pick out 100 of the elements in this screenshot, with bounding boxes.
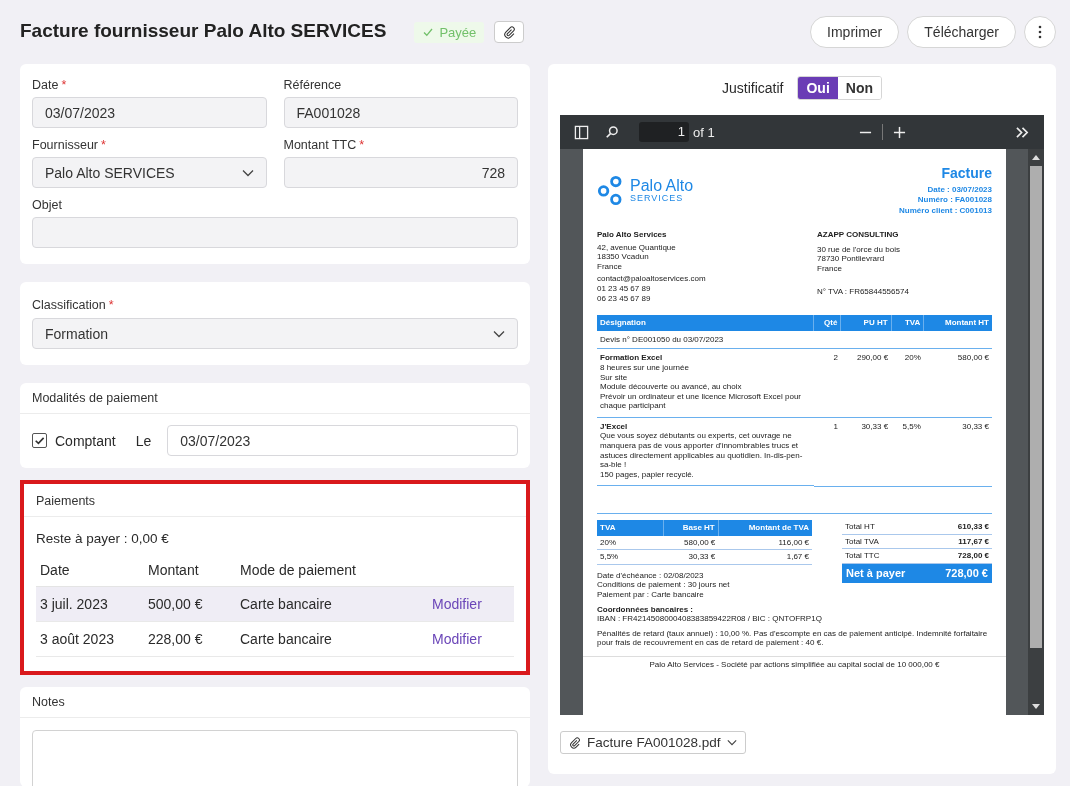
address-line: France xyxy=(817,263,843,274)
table-cell: 30,33 € xyxy=(840,417,892,487)
check-icon xyxy=(422,26,435,38)
column-header: Montant xyxy=(144,554,236,587)
action-button[interactable]: Imprimer xyxy=(810,16,900,48)
page-number-field[interactable]: 1 xyxy=(639,122,689,142)
remaining-amount: Reste à payer : 0,00 € xyxy=(35,530,170,548)
chevron-down-icon xyxy=(493,329,505,338)
input-field[interactable] xyxy=(32,217,518,248)
column-header: TVA xyxy=(891,315,924,331)
field-label: Fournisseur xyxy=(32,138,98,152)
required-mark: * xyxy=(108,298,114,312)
required-mark: * xyxy=(101,138,106,152)
total-label: Total TVA xyxy=(845,536,879,547)
notes-field[interactable] xyxy=(32,730,518,786)
page-title: Facture fournisseur Palo Alto SERVICES xyxy=(20,20,387,42)
table-cell: 5,5% xyxy=(597,549,664,565)
address-line: 18350 Vcadun xyxy=(597,252,650,262)
chevron-down-icon xyxy=(726,739,737,746)
table-cell: 30,33 € xyxy=(923,417,992,487)
table-cell: 1 xyxy=(813,417,841,487)
table-cell: 580,00 € xyxy=(663,535,719,550)
status-badge: Payée xyxy=(414,21,485,43)
action-button[interactable]: Télécharger xyxy=(907,16,1016,48)
field-label: Classification xyxy=(32,298,106,312)
column-header: Montant HT xyxy=(923,315,992,331)
total-label: Total HT xyxy=(845,521,875,532)
sidebar-icon[interactable] xyxy=(574,124,589,140)
buyer-name: AZAPP CONSULTING xyxy=(817,229,900,240)
required-mark: * xyxy=(359,138,365,152)
invoice-meta: Numéro client : C001013 xyxy=(899,205,992,216)
toggle-label: Justificatif xyxy=(722,80,784,96)
column-header: Désignation xyxy=(597,315,814,331)
card-title: Modalités de paiement xyxy=(20,383,530,414)
table-cell: 30,33 € xyxy=(663,549,719,565)
date-field[interactable]: 03/07/2023 xyxy=(167,425,518,456)
seller-name: Palo Alto Services xyxy=(597,229,668,240)
page-count: of 1 xyxy=(693,124,715,140)
input-field[interactable]: 728 xyxy=(283,157,518,188)
invoice-meta: Date : 03/07/2023 xyxy=(927,184,992,196)
address-line: France xyxy=(597,261,623,272)
payment-row[interactable]: 3 août 2023 228,00 € Carte bancaire Modifier xyxy=(36,621,514,657)
file-dropdown[interactable]: Facture FA001028.pdf xyxy=(560,731,746,754)
scrollbar[interactable] xyxy=(1028,149,1044,715)
table-cell: 116,00 € xyxy=(718,535,812,550)
payment-row[interactable]: 3 juil. 2023 500,00 € Carte bancaire Modifier xyxy=(36,586,514,622)
field-label: Le xyxy=(135,432,152,449)
footer-text: Palo Alto Services - Société par actions simplifiée au capital social de 10 000,00 € xyxy=(649,659,940,669)
input-field[interactable]: FA001028 xyxy=(283,97,518,128)
double-chevron-icon[interactable] xyxy=(1015,125,1030,139)
net-value: 728,00 € xyxy=(945,566,988,580)
scroll-up-icon[interactable] xyxy=(1032,155,1040,160)
item-description: J'Excel Que vous soyez débutants ou experts, cet ouvrage ne manquera pas de vous apporter d'innombrables trucs et astuces directement applicables au quotidien. In-dis-pen-sa-ble ! 150 pages, papier recyclé. xyxy=(597,417,814,487)
required-mark: * xyxy=(61,78,67,92)
table-cell: 20% xyxy=(597,535,664,550)
column-header: PU HT xyxy=(840,315,892,331)
payment-term: Conditions de paiement : 30 jours net xyxy=(597,580,731,590)
payment-term: Paiement par : Carte bancaire xyxy=(597,589,705,600)
table-cell: 20% xyxy=(891,348,924,418)
penalties-text: Pénalités de retard (taux annuel) : 10,00 %. Pas d'escompte en cas de paiement anticipé. Indemnité forfaitaire pour frais de recouvrement en cas de retard de paiement : 40 €. xyxy=(597,628,989,648)
payment-term: Date d'échéance : 02/08/2023 xyxy=(597,570,705,581)
attachment-button[interactable] xyxy=(494,21,525,43)
toggle-option[interactable]: Oui xyxy=(798,77,838,99)
select-field[interactable]: Formation xyxy=(32,318,518,349)
checkbox[interactable] xyxy=(32,433,47,448)
kebab-menu-icon xyxy=(1038,24,1042,40)
contact-line: contact@paloaltoservices.com xyxy=(597,274,707,284)
table-cell: 3 août 2023 xyxy=(36,621,144,657)
contact-line: 01 23 45 67 89 xyxy=(597,283,652,294)
table-cell: 5,5% xyxy=(891,417,924,487)
card-title: Notes xyxy=(20,687,530,718)
field-label: Date xyxy=(32,78,59,92)
net-label: Net à payer xyxy=(846,566,906,580)
column-header: TVA xyxy=(597,519,664,536)
invoice-title: Facture xyxy=(941,165,992,182)
field-label: Montant TTC xyxy=(283,138,357,152)
card-title: Paiements xyxy=(24,484,526,517)
column-header: Qté xyxy=(813,315,841,331)
logo-subtitle: SERVICES xyxy=(630,194,685,203)
paperclip-icon xyxy=(569,736,581,749)
bank-details: IBAN : FR4214508000408383859422R08 / BIC : QNTOFRP1Q xyxy=(597,614,823,624)
select-field[interactable]: Palo Alto SERVICES xyxy=(32,157,267,188)
field-label: Référence xyxy=(283,78,342,92)
table-cell: 500,00 € xyxy=(144,586,236,622)
search-icon[interactable] xyxy=(605,125,619,139)
total-label: Total TTC xyxy=(845,551,880,561)
table-cell: 580,00 € xyxy=(923,348,992,418)
scroll-down-icon[interactable] xyxy=(1032,704,1040,709)
column-header: Date xyxy=(36,554,144,587)
zoom-in-icon[interactable] xyxy=(892,125,906,139)
input-field[interactable]: 03/07/2023 xyxy=(32,97,267,128)
item-description: Formation Excel 8 heures sur une journée Sur site Module découverte ou avancé, au choix Prévoir un ordinateur et une licence Microsoft Excel pour chaque participant xyxy=(597,349,814,418)
column-header: Montant de TVA xyxy=(718,519,812,536)
address-line: 30 rue de l'orce du bois xyxy=(817,244,901,255)
table-cell: 2 xyxy=(813,348,841,418)
contact-line: 06 23 45 67 89 xyxy=(597,293,652,304)
table-cell: 290,00 € xyxy=(840,348,892,418)
checkbox-label: Comptant xyxy=(55,432,116,449)
edit-link[interactable]: Modifier xyxy=(418,631,482,647)
field-label: Objet xyxy=(32,198,63,212)
